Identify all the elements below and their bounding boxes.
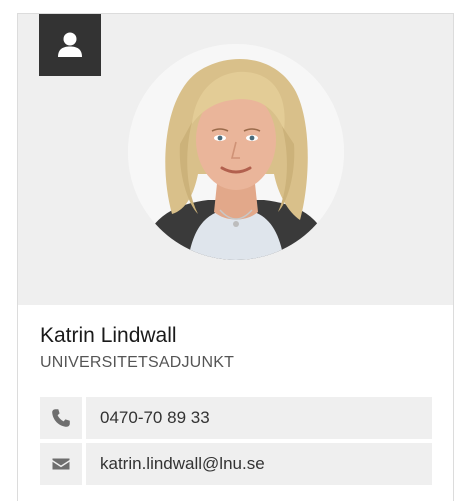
profile-photo	[128, 44, 344, 260]
email-field[interactable]: katrin.lindwall@lnu.se	[86, 443, 432, 485]
portrait-image	[128, 44, 344, 260]
phone-row[interactable]: 0470-70 89 33	[40, 397, 432, 439]
person-title: UNIVERSITETSADJUNKT	[40, 354, 235, 371]
phone-field[interactable]: 0470-70 89 33	[86, 397, 432, 439]
email-icon-box	[40, 443, 82, 485]
profile-badge	[39, 14, 101, 76]
phone-icon	[52, 409, 70, 427]
profile-header	[18, 14, 453, 305]
envelope-icon	[52, 458, 70, 470]
phone-number[interactable]: 0470-70 89 33	[100, 408, 210, 428]
email-address[interactable]: katrin.lindwall@lnu.se	[100, 454, 265, 474]
email-row[interactable]: katrin.lindwall@lnu.se	[40, 443, 432, 485]
user-icon	[58, 32, 82, 57]
person-name: Katrin Lindwall	[40, 324, 177, 347]
profile-card: Katrin Lindwall UNIVERSITETSADJUNKT 0470…	[17, 13, 454, 501]
phone-icon-box	[40, 397, 82, 439]
